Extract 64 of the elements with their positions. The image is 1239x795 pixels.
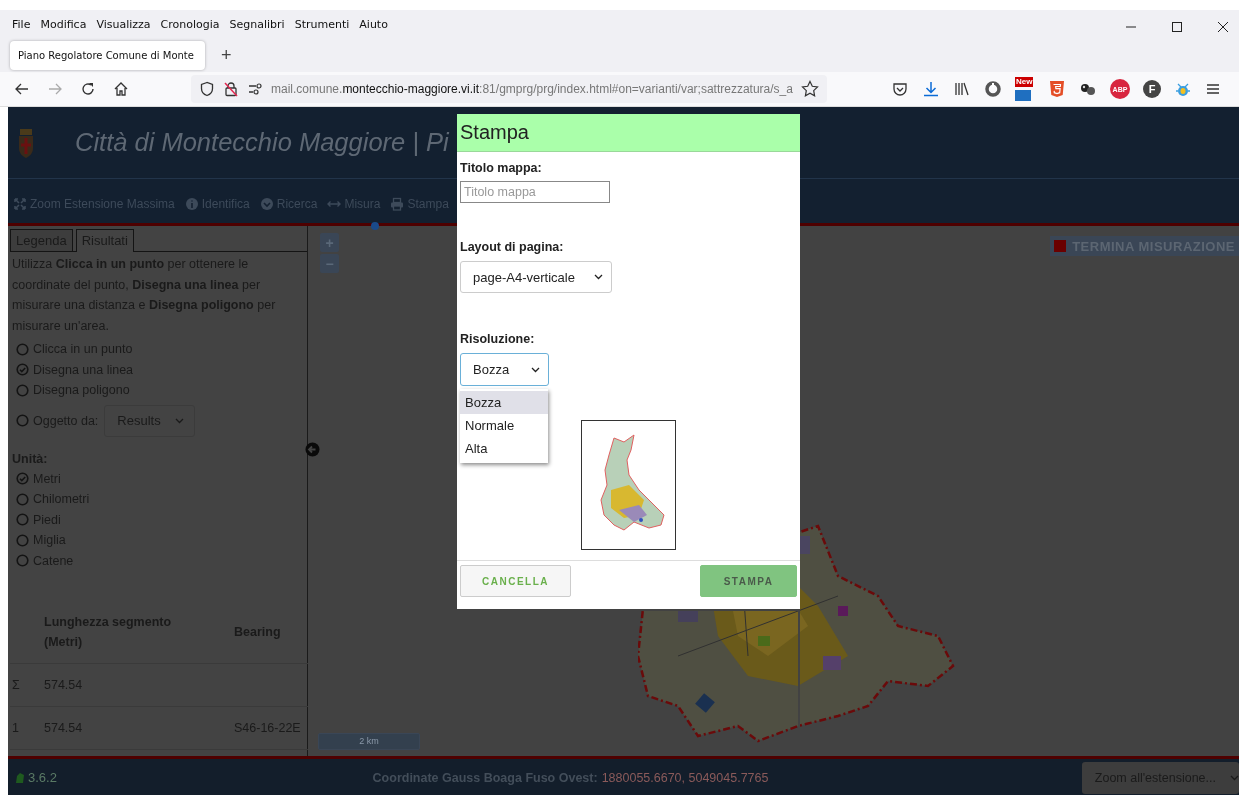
menu-item[interactable]: Modifica xyxy=(40,17,87,31)
new-tab-button[interactable]: + xyxy=(221,44,232,66)
scale-bar: 2 km xyxy=(318,733,420,750)
menu-icon[interactable] xyxy=(1205,81,1221,97)
radio-icon[interactable] xyxy=(16,554,29,568)
radio-icon[interactable] xyxy=(16,342,29,356)
browser-tab[interactable]: Piano Regolatore Comune di Monte xyxy=(10,40,205,70)
maximize-icon[interactable] xyxy=(1171,21,1183,33)
ring-icon[interactable] xyxy=(984,80,1002,98)
pocket-icon[interactable] xyxy=(891,80,909,98)
menu-item[interactable]: Segnalibri xyxy=(229,17,285,31)
site-title: Città di Montecchio Maggiore | Pi xyxy=(75,128,449,157)
radio-icon[interactable] xyxy=(16,383,29,397)
caret-icon xyxy=(174,417,184,424)
radio-icon[interactable] xyxy=(16,414,29,427)
menu-item[interactable]: Strumenti xyxy=(294,17,350,31)
field-label: Risoluzione: xyxy=(460,331,536,347)
dropdown-option[interactable]: Alta xyxy=(460,437,548,460)
leaf-icon xyxy=(15,771,25,784)
extension-button[interactable]: F xyxy=(1143,80,1161,98)
field-label: Layout di pagina: xyxy=(460,239,565,255)
url-text: mail.comune.montecchio-maggiore.vi.it:81/gmprg/prg/index.html#on=varianti/var;sattrezzatura/s_a xyxy=(271,82,793,96)
measure-point xyxy=(371,222,379,230)
dialog-title: Stampa xyxy=(457,114,800,152)
dropdown-option[interactable]: Normale xyxy=(460,414,548,437)
caret-icon xyxy=(531,366,540,373)
chevron-circle-icon xyxy=(259,197,274,211)
download-icon[interactable] xyxy=(922,80,940,98)
radio-icon[interactable] xyxy=(16,513,29,527)
expand-icon xyxy=(13,197,27,211)
radio-checked-icon[interactable] xyxy=(16,363,29,377)
permissions-icon[interactable] xyxy=(247,81,263,97)
crest-icon xyxy=(17,126,35,159)
print-icon xyxy=(390,197,405,211)
info-icon xyxy=(184,197,199,211)
library-icon[interactable] xyxy=(953,80,971,98)
menu-item[interactable]: Cronologia xyxy=(160,17,220,31)
tab-title: Piano Regolatore Comune di Monte xyxy=(18,49,194,61)
print-button[interactable]: STAMPA xyxy=(700,565,797,597)
menu-item[interactable]: Visualizza xyxy=(96,17,151,31)
map-title-field[interactable]: Titolo mappa xyxy=(460,181,610,203)
dropdown-option[interactable]: Bozza xyxy=(460,391,548,414)
caret-icon xyxy=(1230,774,1239,781)
radio-icon[interactable] xyxy=(16,492,29,506)
lock-icon[interactable] xyxy=(223,81,239,97)
close-icon[interactable] xyxy=(1217,21,1229,33)
caret-icon xyxy=(594,274,603,280)
bookmark-star-icon[interactable] xyxy=(801,80,819,98)
menu-item[interactable]: File xyxy=(12,17,31,31)
shield-icon[interactable] xyxy=(199,81,215,97)
field-label: Titolo mappa: xyxy=(460,160,543,176)
extension-button[interactable]: New xyxy=(1015,77,1035,101)
version-text: 3.6.2 xyxy=(28,770,57,785)
home-icon[interactable] xyxy=(113,81,129,97)
resolution-select[interactable]: Bozza xyxy=(460,353,549,386)
menu-item[interactable]: Aiuto xyxy=(359,17,388,31)
coordinates-value: 1880055.6670, 5049045.7765 xyxy=(601,770,769,785)
radio-icon[interactable] xyxy=(16,533,29,547)
reload-icon[interactable] xyxy=(80,81,96,97)
layout-select[interactable]: page-A4-verticale xyxy=(460,261,612,293)
html5-icon[interactable] xyxy=(1048,80,1066,98)
address-bar[interactable]: mail.comune.montecchio-maggiore.vi.it:81/gmprg/prg/index.html#on=varianti/var;sattrezzatura/s_a xyxy=(191,75,827,103)
back-icon[interactable] xyxy=(14,81,30,97)
radio-checked-icon[interactable] xyxy=(16,472,29,486)
